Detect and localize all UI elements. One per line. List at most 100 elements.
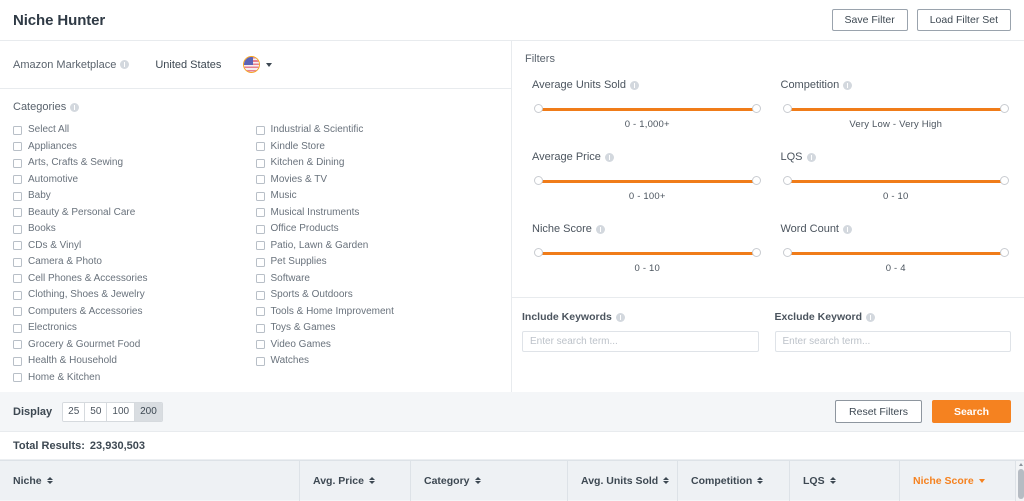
- checkbox-icon[interactable]: [255, 208, 265, 218]
- category-checkbox-item[interactable]: Toys & Games: [255, 320, 499, 337]
- checkbox-icon[interactable]: [13, 373, 22, 383]
- slider-handle-max[interactable]: [751, 104, 761, 113]
- category-checkbox-item[interactable]: Beauty & Personal Care: [13, 205, 256, 222]
- checkbox-icon[interactable]: [13, 290, 22, 300]
- slider-handle-min[interactable]: [782, 248, 792, 257]
- page-size-selector[interactable]: 25 50 100 200: [62, 401, 163, 422]
- slider-handle-min[interactable]: [534, 104, 543, 113]
- category-checkbox-item[interactable]: Software: [255, 271, 499, 288]
- category-checkbox-item[interactable]: Kitchen & Dining: [255, 155, 499, 172]
- include-keywords-input[interactable]: [522, 331, 759, 352]
- checkbox-icon[interactable]: [255, 224, 265, 234]
- marketplace-flag-select[interactable]: [243, 56, 273, 73]
- category-checkbox-item[interactable]: Books: [13, 221, 256, 238]
- checkbox-icon[interactable]: [13, 323, 22, 333]
- category-checkbox-item[interactable]: Health & Household: [13, 353, 256, 370]
- category-checkbox-item[interactable]: Kindle Store: [255, 139, 499, 156]
- category-checkbox-item[interactable]: Office Products: [255, 221, 499, 238]
- category-checkbox-item[interactable]: Cell Phones & Accessories: [13, 271, 256, 288]
- checkbox-icon[interactable]: [13, 340, 22, 350]
- checkbox-icon[interactable]: [13, 356, 22, 366]
- load-filter-set-button[interactable]: Load Filter Set: [916, 9, 1011, 31]
- checkbox-icon[interactable]: [255, 158, 265, 168]
- slider-handle-max[interactable]: [1000, 176, 1009, 185]
- checkbox-icon[interactable]: [255, 274, 265, 284]
- column-header-competition[interactable]: Competition: [678, 460, 790, 501]
- column-header-avg-price[interactable]: Avg. Price: [300, 460, 411, 501]
- column-header-niche[interactable]: Niche: [0, 460, 300, 501]
- category-checkbox-item[interactable]: Grocery & Gourmet Food: [13, 337, 256, 354]
- results-table-scrollbar[interactable]: [1015, 461, 1024, 501]
- info-icon[interactable]: [866, 312, 876, 322]
- info-icon[interactable]: [120, 60, 130, 69]
- scrollbar-thumb[interactable]: [1017, 469, 1024, 499]
- search-button[interactable]: Search: [931, 400, 1011, 423]
- slider-handle-max[interactable]: [751, 248, 761, 257]
- page-size-option-200[interactable]: 200: [135, 402, 162, 421]
- column-header-lqs[interactable]: LQS: [790, 460, 900, 501]
- category-checkbox-item[interactable]: Watches: [255, 353, 499, 370]
- page-size-option-100[interactable]: 100: [107, 402, 136, 421]
- category-checkbox-item[interactable]: Movies & TV: [255, 172, 499, 189]
- info-icon[interactable]: [615, 312, 625, 322]
- checkbox-icon[interactable]: [13, 208, 22, 218]
- info-icon[interactable]: [604, 152, 614, 162]
- category-checkbox-item[interactable]: Tools & Home Improvement: [255, 304, 499, 321]
- checkbox-icon[interactable]: [255, 175, 265, 185]
- category-checkbox-item[interactable]: Arts, Crafts & Sewing: [13, 155, 256, 172]
- slider-handle-min[interactable]: [782, 104, 792, 113]
- range-slider[interactable]: [534, 104, 761, 114]
- slider-handle-max[interactable]: [1000, 248, 1009, 257]
- checkbox-icon[interactable]: [13, 274, 22, 284]
- info-icon[interactable]: [843, 80, 853, 90]
- info-icon[interactable]: [843, 224, 852, 234]
- category-checkbox-item[interactable]: Baby: [13, 188, 256, 205]
- range-slider[interactable]: [534, 176, 761, 186]
- range-slider[interactable]: [534, 248, 761, 258]
- checkbox-icon[interactable]: [255, 142, 265, 152]
- category-checkbox-item[interactable]: Home & Kitchen: [13, 370, 256, 387]
- checkbox-icon[interactable]: [13, 142, 22, 152]
- info-icon[interactable]: [70, 102, 80, 112]
- slider-handle-max[interactable]: [1000, 104, 1009, 113]
- category-checkbox-item[interactable]: Sports & Outdoors: [255, 287, 499, 304]
- checkbox-icon[interactable]: [255, 125, 265, 135]
- category-checkbox-item[interactable]: Computers & Accessories: [13, 304, 256, 321]
- category-checkbox-item[interactable]: Clothing, Shoes & Jewelry: [13, 287, 256, 304]
- slider-handle-min[interactable]: [534, 176, 543, 185]
- category-checkbox-item[interactable]: Pet Supplies: [255, 254, 499, 271]
- checkbox-icon[interactable]: [255, 340, 265, 350]
- category-checkbox-item[interactable]: Video Games: [255, 337, 499, 354]
- checkbox-icon[interactable]: [255, 257, 265, 267]
- checkbox-icon[interactable]: [255, 323, 265, 333]
- checkbox-icon[interactable]: [13, 158, 22, 168]
- info-icon[interactable]: [595, 224, 605, 234]
- checkbox-icon[interactable]: [13, 125, 22, 135]
- checkbox-icon[interactable]: [13, 224, 22, 234]
- checkbox-icon[interactable]: [13, 241, 22, 251]
- checkbox-icon[interactable]: [255, 356, 265, 366]
- info-icon[interactable]: [629, 80, 639, 90]
- slider-handle-min[interactable]: [534, 248, 543, 257]
- checkbox-icon[interactable]: [13, 175, 22, 185]
- category-checkbox-item[interactable]: Automotive: [13, 172, 256, 189]
- slider-handle-min[interactable]: [782, 176, 792, 185]
- column-header-category[interactable]: Category: [411, 460, 568, 501]
- range-slider[interactable]: [782, 176, 1009, 186]
- checkbox-icon[interactable]: [255, 307, 265, 317]
- checkbox-icon[interactable]: [13, 307, 22, 317]
- slider-handle-max[interactable]: [751, 176, 761, 185]
- reset-filters-button[interactable]: Reset Filters: [835, 400, 922, 423]
- category-checkbox-item[interactable]: Appliances: [13, 139, 256, 156]
- scroll-up-arrow-icon[interactable]: [1018, 463, 1023, 466]
- range-slider[interactable]: [782, 104, 1009, 114]
- save-filter-button[interactable]: Save Filter: [831, 9, 908, 31]
- page-size-option-25[interactable]: 25: [63, 402, 86, 421]
- page-size-option-50[interactable]: 50: [85, 402, 108, 421]
- checkbox-icon[interactable]: [255, 191, 265, 201]
- info-icon[interactable]: [806, 152, 816, 162]
- category-checkbox-item[interactable]: Select All: [13, 122, 256, 139]
- category-checkbox-item[interactable]: CDs & Vinyl: [13, 238, 256, 255]
- category-checkbox-item[interactable]: Camera & Photo: [13, 254, 256, 271]
- checkbox-icon[interactable]: [13, 191, 22, 201]
